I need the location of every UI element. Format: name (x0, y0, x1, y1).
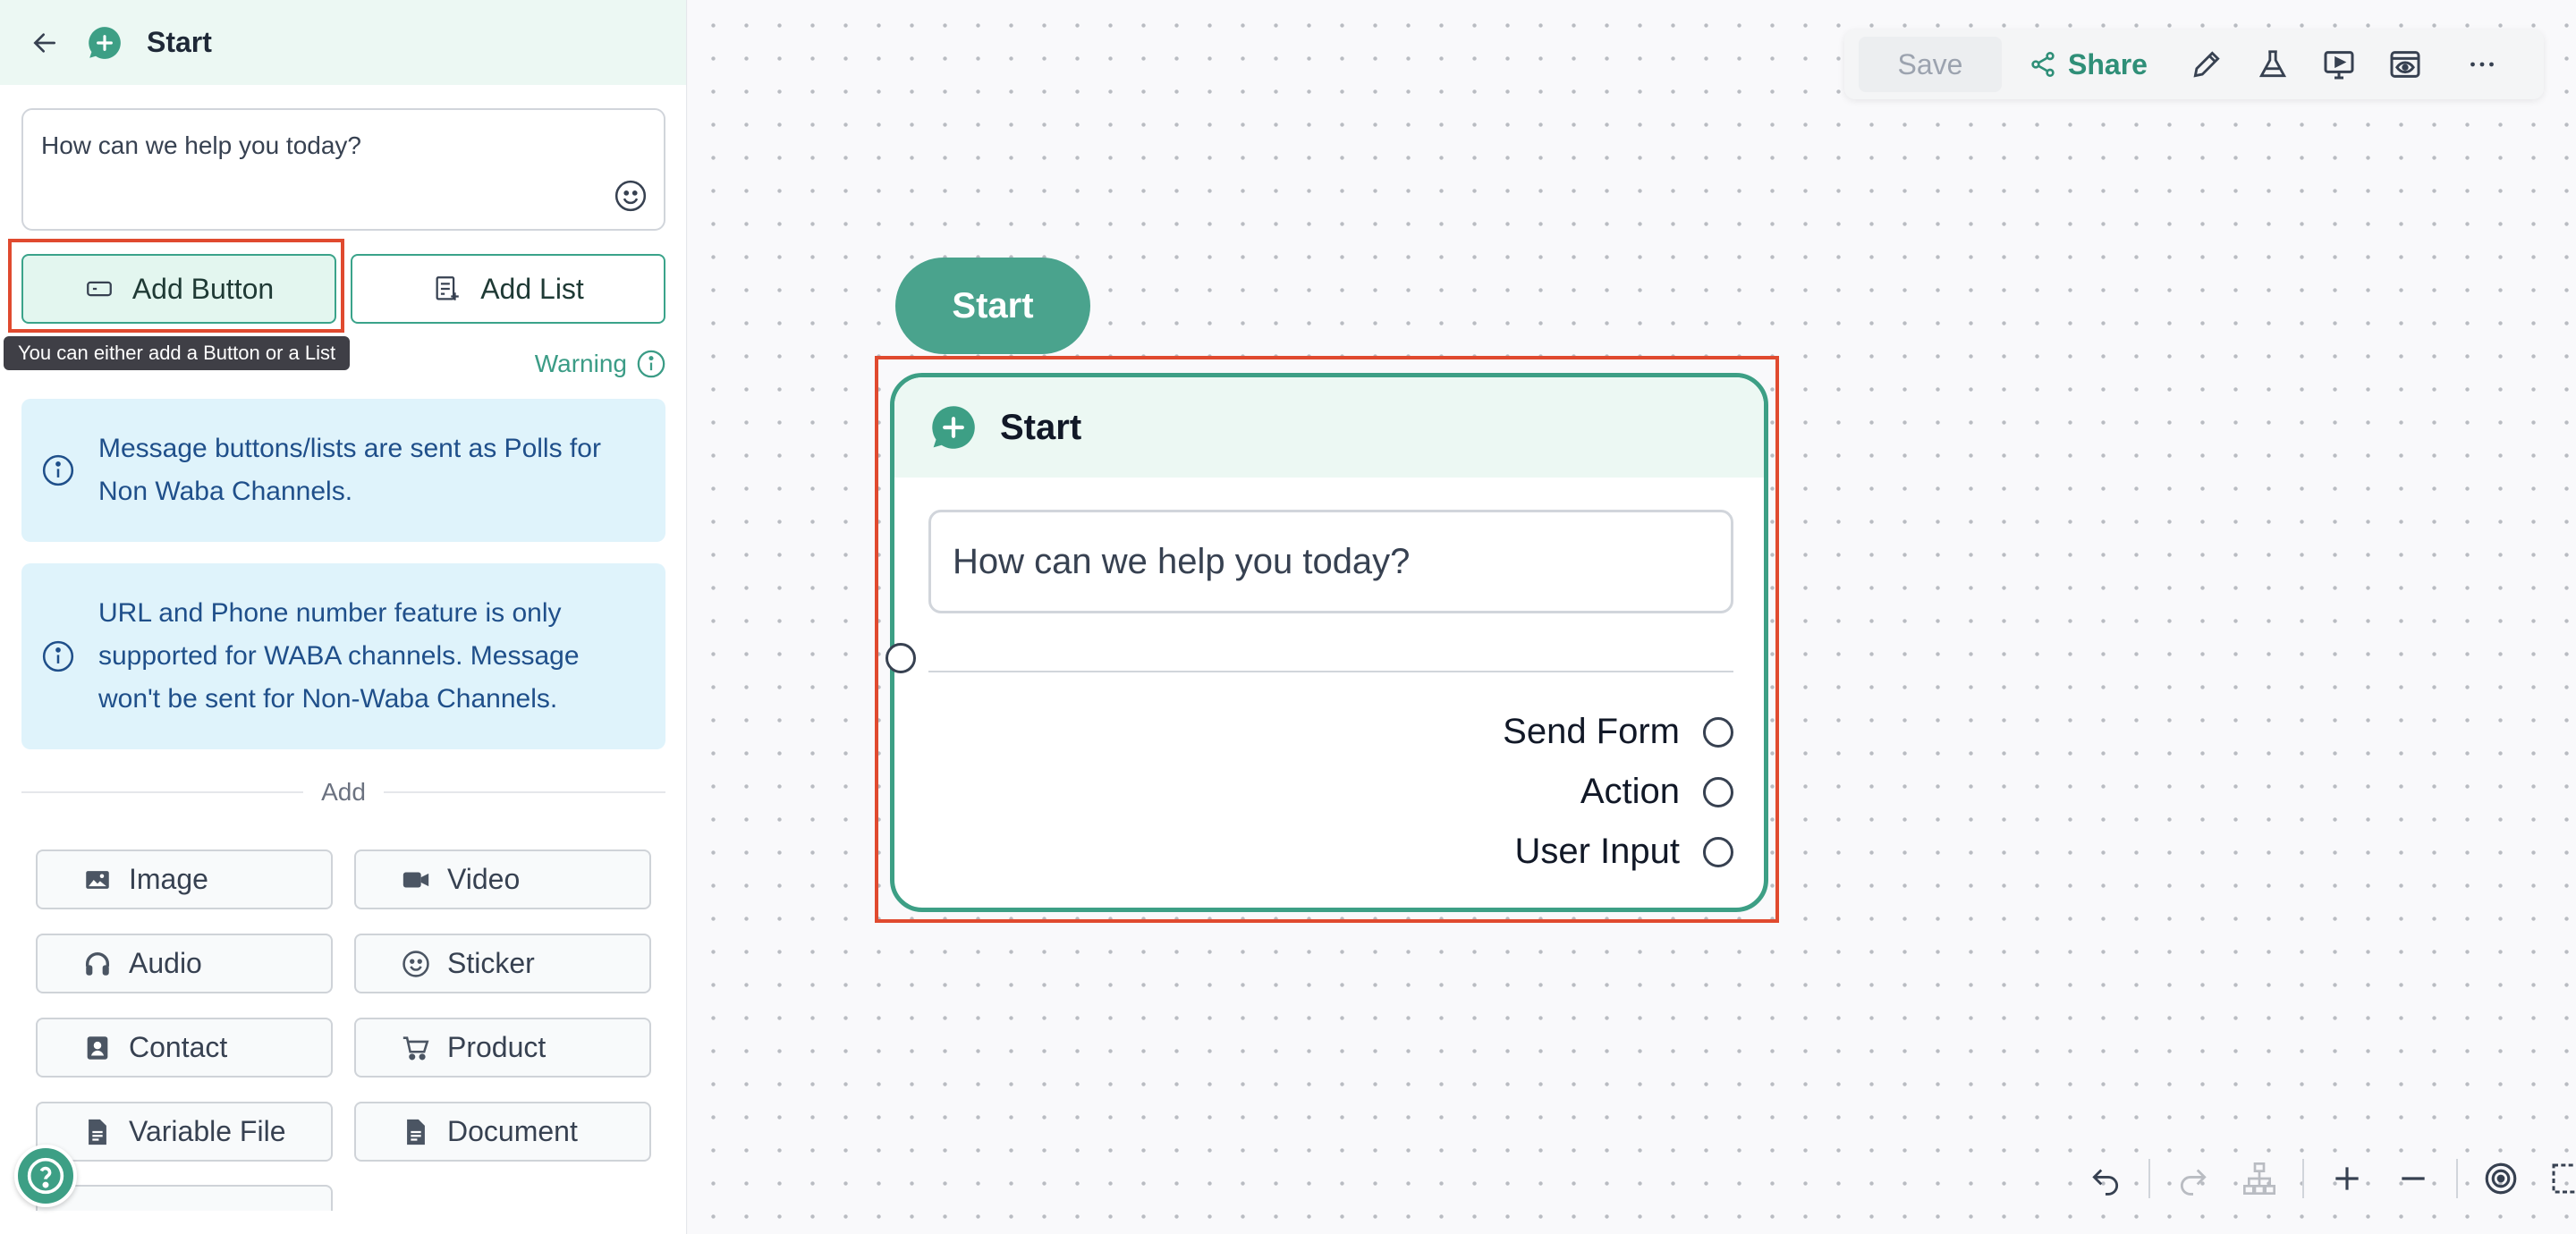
contact-icon (87, 1035, 108, 1060)
warning-label: Warning (534, 350, 627, 377)
eye-icon[interactable] (2385, 45, 2425, 84)
fit-view-icon[interactable] (2478, 1155, 2524, 1202)
canvas-controls (2082, 1152, 2576, 1205)
node-header: Start (894, 377, 1764, 478)
add-video-button[interactable]: Video (354, 849, 651, 909)
share-button[interactable]: Share (2029, 48, 2148, 81)
add-image-button[interactable]: Image (36, 849, 333, 909)
start-node-icon (89, 26, 121, 59)
preview-icon[interactable] (2319, 45, 2359, 84)
edit-icon[interactable] (2187, 45, 2226, 84)
share-label: Share (2068, 47, 2148, 80)
emoji-icon[interactable] (614, 179, 648, 213)
add-button-button[interactable]: Add Button (21, 254, 336, 324)
add-product-button[interactable]: Product (354, 1018, 651, 1078)
list-icon (436, 276, 459, 300)
add-sticker-button[interactable]: Sticker (354, 934, 651, 993)
option-connector[interactable] (1703, 836, 1733, 867)
add-list-label: Add List (480, 272, 584, 305)
add-contact-button[interactable]: Contact (36, 1018, 333, 1078)
zoom-out-icon[interactable] (2390, 1155, 2436, 1202)
panel-bottom-edge (0, 1211, 686, 1234)
info-text-polls: Message buttons/lists are sent as Polls … (98, 434, 601, 506)
video-icon (402, 872, 429, 887)
warning-link[interactable]: Warning (535, 349, 666, 379)
option-label: User Input (1514, 832, 1680, 871)
node-option-send-form: Send Form (1503, 712, 1733, 752)
tooltip: You can either add a Button or a List (4, 336, 351, 370)
node-title: Start (1000, 407, 1082, 447)
node-message: How can we help you today? (928, 510, 1733, 613)
zoom-in-icon[interactable] (2324, 1155, 2370, 1202)
message-text: How can we help you today? (41, 131, 361, 159)
media-label: Document (447, 1115, 578, 1147)
info-icon (42, 454, 74, 486)
headphones-icon (85, 951, 110, 976)
info-box-polls: Message buttons/lists are sent as Polls … (21, 399, 665, 542)
save-button[interactable]: Save (1859, 37, 2002, 92)
help-button[interactable] (14, 1145, 77, 1207)
media-label: Audio (129, 947, 202, 979)
add-document-button[interactable]: Document (354, 1102, 651, 1162)
back-arrow-icon[interactable] (27, 25, 63, 61)
more-icon[interactable] (2462, 45, 2502, 84)
node-option-action: Action (1580, 772, 1733, 812)
add-variable-file-button[interactable]: Variable File (36, 1102, 333, 1162)
document-icon (407, 1119, 425, 1145)
start-pill[interactable]: Start (895, 258, 1090, 354)
media-label: Image (129, 863, 208, 895)
select-area-icon[interactable] (2544, 1155, 2576, 1202)
message-textarea[interactable]: How can we help you today? (21, 108, 665, 231)
media-label: Sticker (447, 947, 535, 979)
toolbar-separator (2456, 1159, 2458, 1198)
media-label: Contact (129, 1031, 228, 1063)
add-divider: Add (21, 774, 666, 810)
top-toolbar: Save Share (1844, 30, 2544, 99)
help-icon (27, 1157, 64, 1195)
undo-icon[interactable] (2082, 1155, 2129, 1202)
info-text-waba: URL and Phone number feature is only sup… (98, 598, 580, 714)
button-icon (86, 281, 112, 297)
toolbar-separator (2302, 1159, 2304, 1198)
image-icon (86, 870, 109, 889)
add-options-row: Add Button Add List (21, 254, 665, 324)
start-node[interactable]: Start How can we help you today? Send Fo… (890, 373, 1768, 912)
add-list-button[interactable]: Add List (351, 254, 665, 324)
layout-icon[interactable] (2236, 1155, 2283, 1202)
flask-icon[interactable] (2253, 45, 2292, 84)
node-option-user-input: User Input (1514, 832, 1733, 872)
option-connector[interactable] (1703, 776, 1733, 807)
start-node-icon (932, 406, 975, 449)
media-label: Variable File (129, 1115, 286, 1147)
panel-header: Start (0, 0, 686, 85)
node-editor-panel: Start How can we help you today? Add But… (0, 0, 687, 1234)
info-icon (637, 350, 665, 378)
media-label: Product (447, 1031, 547, 1063)
option-label: Send Form (1503, 712, 1680, 751)
add-button-label: Add Button (131, 272, 275, 305)
add-divider-label: Add (321, 778, 366, 806)
info-box-waba: URL and Phone number feature is only sup… (21, 563, 665, 749)
redo-icon[interactable] (2170, 1155, 2216, 1202)
node-divider (928, 671, 1733, 672)
media-label: Video (447, 863, 521, 895)
node-input-handle[interactable] (886, 643, 916, 673)
file-icon (89, 1119, 106, 1145)
cart-icon (402, 1035, 429, 1060)
share-icon (2031, 52, 2055, 77)
toolbar-separator (2148, 1159, 2150, 1198)
sticker-icon (402, 950, 429, 977)
info-icon (42, 640, 74, 672)
option-label: Action (1580, 772, 1680, 811)
media-buttons-grid: Image Video Audio Sticker Contact Produc… (36, 849, 651, 1162)
option-connector[interactable] (1703, 716, 1733, 748)
add-audio-button[interactable]: Audio (36, 934, 333, 993)
panel-title: Start (147, 26, 212, 58)
